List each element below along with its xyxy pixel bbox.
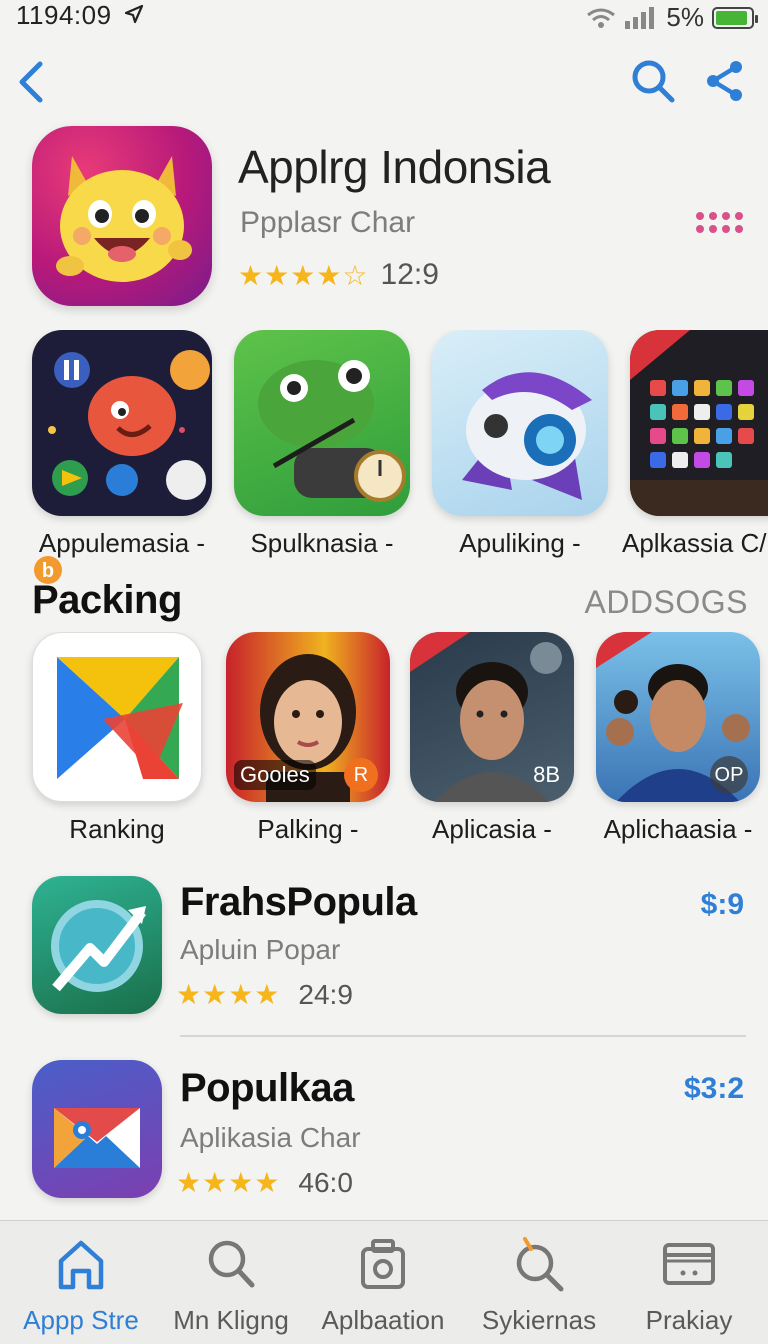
featured-app-icon <box>630 330 768 516</box>
featured-app[interactable]: Spulknasia - <box>234 330 410 559</box>
ranking-app[interactable]: 8B Aplicasia - <box>410 632 574 845</box>
featured-row: Appulemasia - Spulknasia - Apuliking - A… <box>0 330 768 570</box>
featured-app-icon <box>432 330 608 516</box>
featured-app[interactable]: Appulemasia - <box>32 330 212 559</box>
section-see-all-link[interactable]: ADDSOGS <box>584 584 748 621</box>
ranking-app-badge: Gooles <box>234 760 316 790</box>
tab-label: Mn Kligng <box>173 1305 289 1335</box>
ranking-app-badge: 8B <box>533 762 560 787</box>
signal-icon <box>625 6 655 29</box>
status-bar: 1194:09 5% <box>0 0 768 32</box>
list-app-price-button[interactable]: $3:2 <box>684 1072 744 1106</box>
hero-app-title: Applrg Indonsia <box>238 141 551 193</box>
ranking-app-icon: 8B <box>410 632 574 802</box>
ranking-app-icon <box>32 632 202 802</box>
ranking-app[interactable]: Gooles R Palking - <box>226 632 390 845</box>
battery-percent: 5% <box>666 2 704 32</box>
ranking-row: Ranking Gooles R Palking - 8B Aplicasia … <box>0 632 768 852</box>
tab-discover[interactable]: Sykiernas <box>462 1221 616 1344</box>
ranking-app-label: Palking - <box>257 814 359 844</box>
ranking-app-badge: R <box>344 758 378 792</box>
star-rating-icon: ★★★★☆ <box>238 259 369 291</box>
star-rating-icon: ★★★★ <box>176 1167 281 1198</box>
tab-wallet[interactable]: Prakiay <box>612 1221 766 1344</box>
ranking-app-icon: OP <box>596 632 760 802</box>
ranking-app[interactable]: Ranking <box>32 632 202 845</box>
list-app-category: Apluin Popar <box>180 934 341 965</box>
list-item[interactable]: FrahsPopula Apluin Popar ★★★★ 24:9 $:9 <box>0 874 768 1024</box>
list-app-icon <box>32 1060 162 1198</box>
battery-icon <box>712 6 758 29</box>
hero-app-icon[interactable] <box>32 126 212 306</box>
tab-label: Aplbaation <box>321 1305 445 1335</box>
featured-app[interactable]: Apuliking - <box>432 330 608 559</box>
search-icon[interactable] <box>630 58 676 104</box>
status-time: 1194:09 <box>16 0 112 30</box>
ranking-app-icon: Gooles R <box>226 632 390 802</box>
featured-app[interactable]: Aplkassia C/ <box>622 330 768 559</box>
tab-label: Sykiernas <box>481 1305 597 1335</box>
featured-app-label: Aplkassia C/ <box>622 528 767 558</box>
hero-app-subtitle: Ppplasr Char <box>240 206 416 239</box>
wallet-icon <box>663 1243 715 1285</box>
tab-app-store[interactable]: Appp Stre <box>4 1221 158 1344</box>
list-item[interactable]: Populkaa Aplikasia Char ★★★★ 46:0 $3:2 <box>0 1060 768 1210</box>
list-app-name: Populkaa <box>180 1066 354 1110</box>
cat-mascot-icon <box>56 156 192 282</box>
ranking-app[interactable]: OP Aplichaasia - <box>596 632 760 845</box>
featured-app-label: Spulknasia - <box>250 528 394 558</box>
featured-app-icon <box>32 330 212 516</box>
list-app-rating: ★★★★ 46:0 <box>176 1166 353 1199</box>
search-icon <box>208 1240 255 1288</box>
divider <box>180 1035 746 1037</box>
list-app-rating: ★★★★ 24:9 <box>176 978 353 1011</box>
tab-bar: Appp Stre Mn Kligng Aplbaation Sykiernas <box>0 1220 768 1344</box>
tab-label: Prakiay <box>645 1305 733 1335</box>
list-app-icon <box>32 876 162 1014</box>
search-icon <box>516 1237 564 1292</box>
camera-icon <box>361 1239 405 1289</box>
more-options-icon[interactable] <box>696 212 744 234</box>
ranking-app-label: Aplichaasia - <box>603 814 753 844</box>
home-icon <box>58 1240 104 1290</box>
ranking-app-badge: OP <box>710 756 748 794</box>
list-app-category: Aplikasia Char <box>180 1122 361 1153</box>
hero-rating: ★★★★☆ 12:9 <box>238 258 439 292</box>
location-arrow-icon <box>124 4 144 24</box>
share-icon[interactable] <box>704 58 746 104</box>
tab-applications[interactable]: Aplbaation <box>306 1221 460 1344</box>
featured-app-icon <box>234 330 410 516</box>
wifi-icon <box>587 8 616 28</box>
hero-rating-value: 12:9 <box>380 258 439 291</box>
featured-app-label: Apuliking - <box>459 528 581 558</box>
ranking-app-label: Ranking <box>69 814 165 844</box>
star-rating-icon: ★★★★ <box>176 979 281 1010</box>
list-app-price-button[interactable]: $:9 <box>701 888 744 922</box>
ranking-app-label: Aplicasia - <box>432 814 552 844</box>
tab-label: Appp Stre <box>23 1305 139 1335</box>
section-title: Packing <box>32 578 182 622</box>
tab-search[interactable]: Mn Kligng <box>154 1221 308 1344</box>
list-app-name: FrahsPopula <box>180 880 417 924</box>
back-chevron-icon[interactable] <box>14 58 50 106</box>
